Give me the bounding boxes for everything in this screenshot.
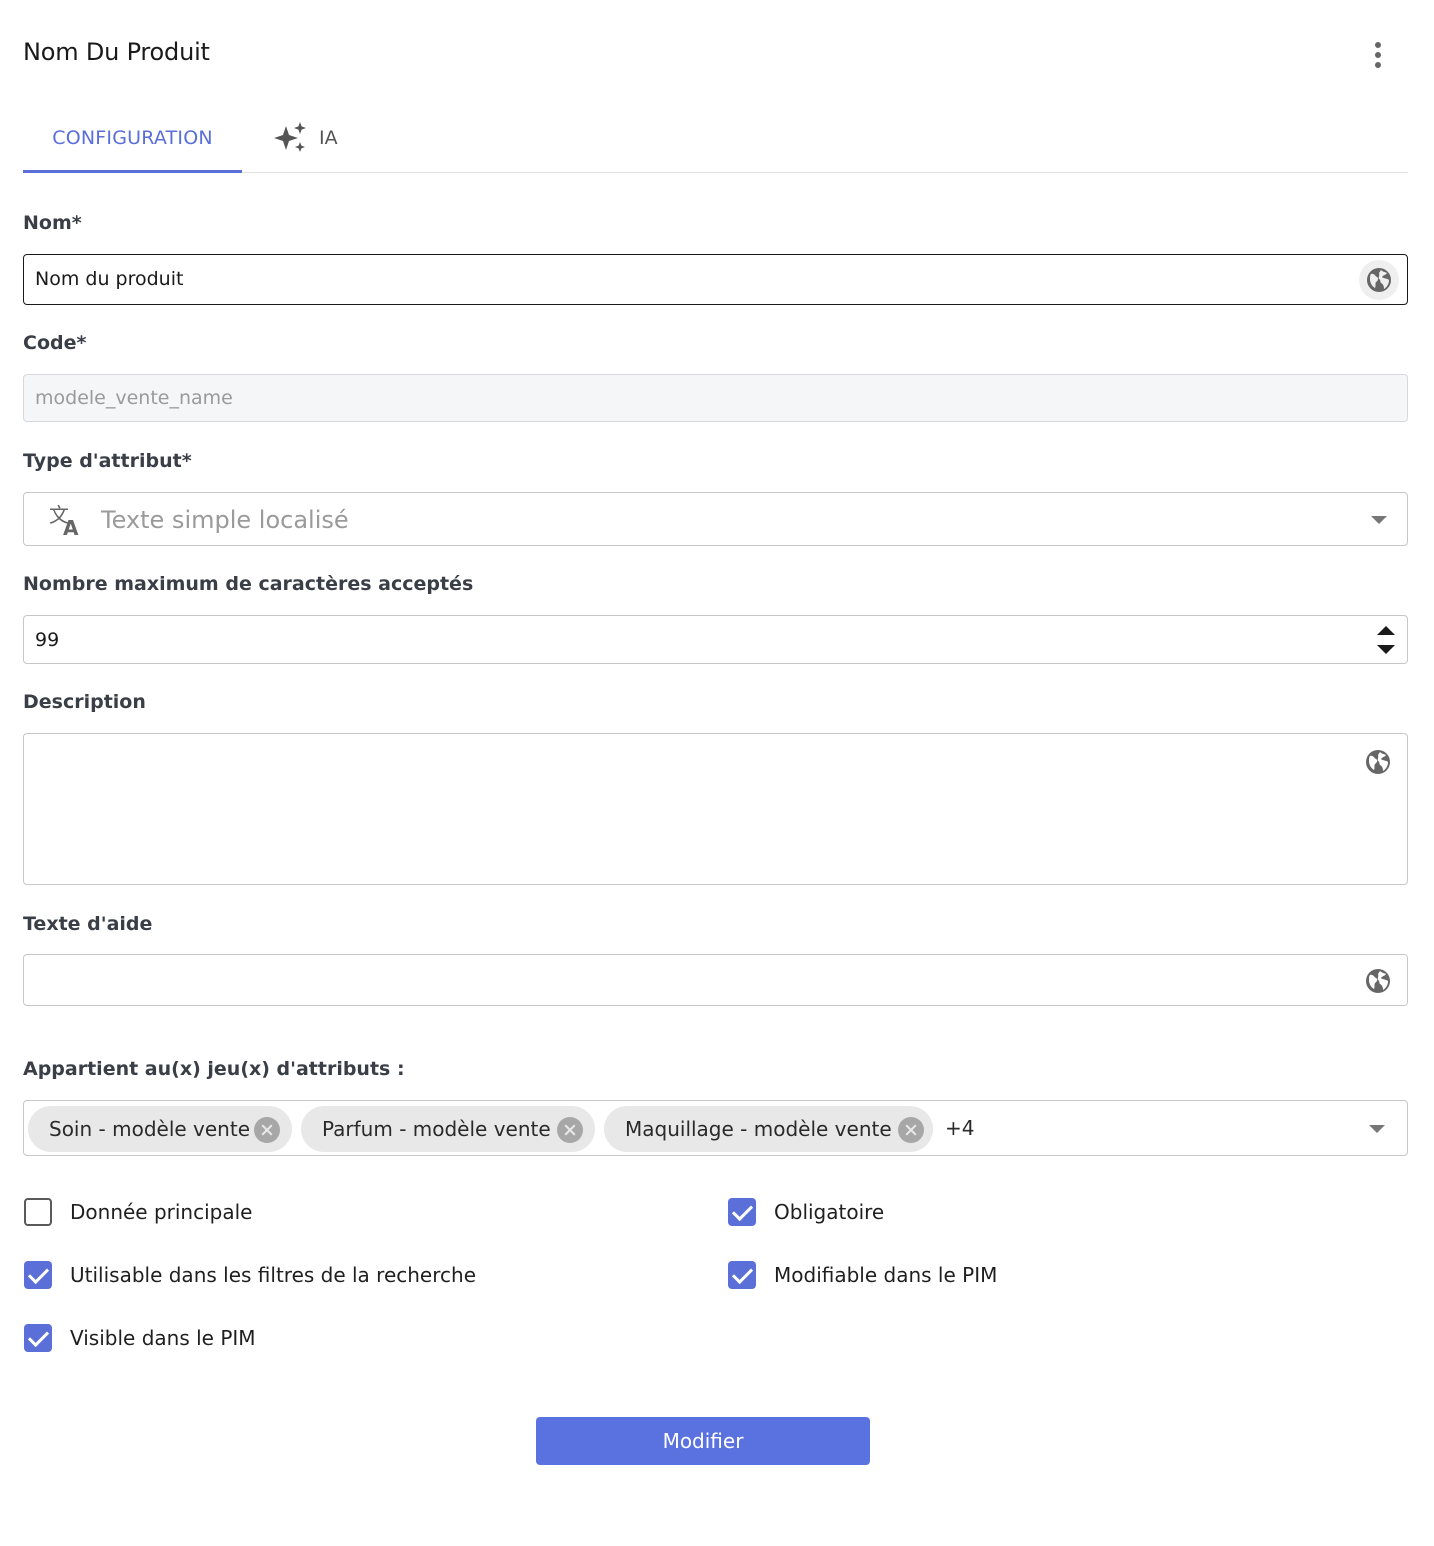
tab-ia[interactable]: IA — [273, 104, 353, 172]
attribute-type-value: Texte simple localisé — [101, 506, 349, 534]
chevron-down-icon — [1369, 1125, 1385, 1133]
more-vert-icon[interactable] — [1366, 40, 1390, 70]
attribute-sets-label: Appartient au(x) jeu(x) d'attributs : — [23, 1058, 405, 1080]
checkbox-modifiable-pim[interactable]: Modifiable dans le PIM — [728, 1261, 997, 1289]
chip-maquillage: Maquillage - modèle vente — [604, 1106, 933, 1152]
tab-configuration[interactable]: CONFIGURATION — [23, 104, 242, 173]
code-field[interactable]: modele_vente_name — [23, 374, 1408, 422]
chip-parfum: Parfum - modèle vente — [301, 1106, 595, 1152]
checkbox-box[interactable] — [728, 1198, 756, 1226]
description-label: Description — [23, 691, 146, 713]
tab-bar: CONFIGURATION IA — [23, 104, 1408, 173]
tab-configuration-label: CONFIGURATION — [52, 127, 213, 149]
checkbox-filtres-recherche[interactable]: Utilisable dans les filtres de la recher… — [24, 1261, 476, 1289]
checkbox-box[interactable] — [24, 1261, 52, 1289]
translate-icon: 文 A — [49, 503, 79, 538]
checkbox-label: Modifiable dans le PIM — [774, 1263, 998, 1287]
checkbox-label: Obligatoire — [774, 1200, 885, 1224]
modifier-button[interactable]: Modifier — [536, 1417, 870, 1465]
increment-icon[interactable] — [1377, 626, 1395, 635]
attribute-type-label: Type d'attribut* — [23, 450, 192, 472]
name-label: Nom* — [23, 212, 82, 234]
chip-label: Soin - modèle vente — [49, 1117, 250, 1141]
remove-chip-icon[interactable] — [557, 1117, 583, 1143]
checkbox-box[interactable] — [24, 1324, 52, 1352]
checkbox-donnee-principale[interactable]: Donnée principale — [24, 1198, 252, 1226]
code-placeholder: modele_vente_name — [35, 387, 233, 409]
attribute-type-select[interactable]: 文 A Texte simple localisé — [23, 492, 1408, 546]
checkbox-visible-pim[interactable]: Visible dans le PIM — [24, 1324, 256, 1352]
max-chars-value: 99 — [35, 629, 60, 651]
chevron-down-icon — [1371, 516, 1387, 524]
checkbox-box[interactable] — [24, 1198, 52, 1226]
stepper-arrows-icon[interactable] — [1377, 626, 1395, 654]
description-textarea[interactable] — [23, 733, 1408, 885]
globe-icon — [1367, 268, 1391, 292]
globe-icon[interactable] — [1365, 749, 1391, 775]
checkbox-obligatoire[interactable]: Obligatoire — [728, 1198, 884, 1226]
name-locale-button[interactable] — [1359, 260, 1399, 300]
remove-chip-icon[interactable] — [898, 1117, 924, 1143]
svg-text:A: A — [63, 516, 79, 538]
chip-label: Parfum - modèle vente — [322, 1117, 551, 1141]
more-chips-count[interactable]: +4 — [945, 1116, 974, 1140]
code-label: Code* — [23, 332, 87, 354]
help-text-label: Texte d'aide — [23, 913, 153, 935]
help-text-field[interactable] — [23, 954, 1408, 1006]
name-field[interactable]: Nom du produit — [23, 254, 1408, 305]
globe-icon[interactable] — [1365, 968, 1391, 994]
max-chars-label: Nombre maximum de caractères acceptés — [23, 573, 474, 595]
decrement-icon[interactable] — [1377, 645, 1395, 654]
name-value: Nom du produit — [35, 268, 184, 290]
chip-soin: Soin - modèle vente — [28, 1106, 292, 1152]
checkbox-label: Visible dans le PIM — [70, 1326, 256, 1350]
checkbox-label: Utilisable dans les filtres de la recher… — [70, 1263, 476, 1287]
attribute-sets-select[interactable]: Soin - modèle vente Parfum - modèle vent… — [23, 1100, 1408, 1156]
checkbox-box[interactable] — [728, 1261, 756, 1289]
tab-ia-label: IA — [319, 127, 338, 149]
checkbox-label: Donnée principale — [70, 1200, 253, 1224]
max-chars-stepper[interactable]: 99 — [23, 615, 1408, 664]
chip-label: Maquillage - modèle vente — [625, 1117, 892, 1141]
page-title: Nom Du Produit — [23, 38, 210, 66]
sparkles-icon — [274, 122, 306, 152]
remove-chip-icon[interactable] — [254, 1117, 280, 1143]
